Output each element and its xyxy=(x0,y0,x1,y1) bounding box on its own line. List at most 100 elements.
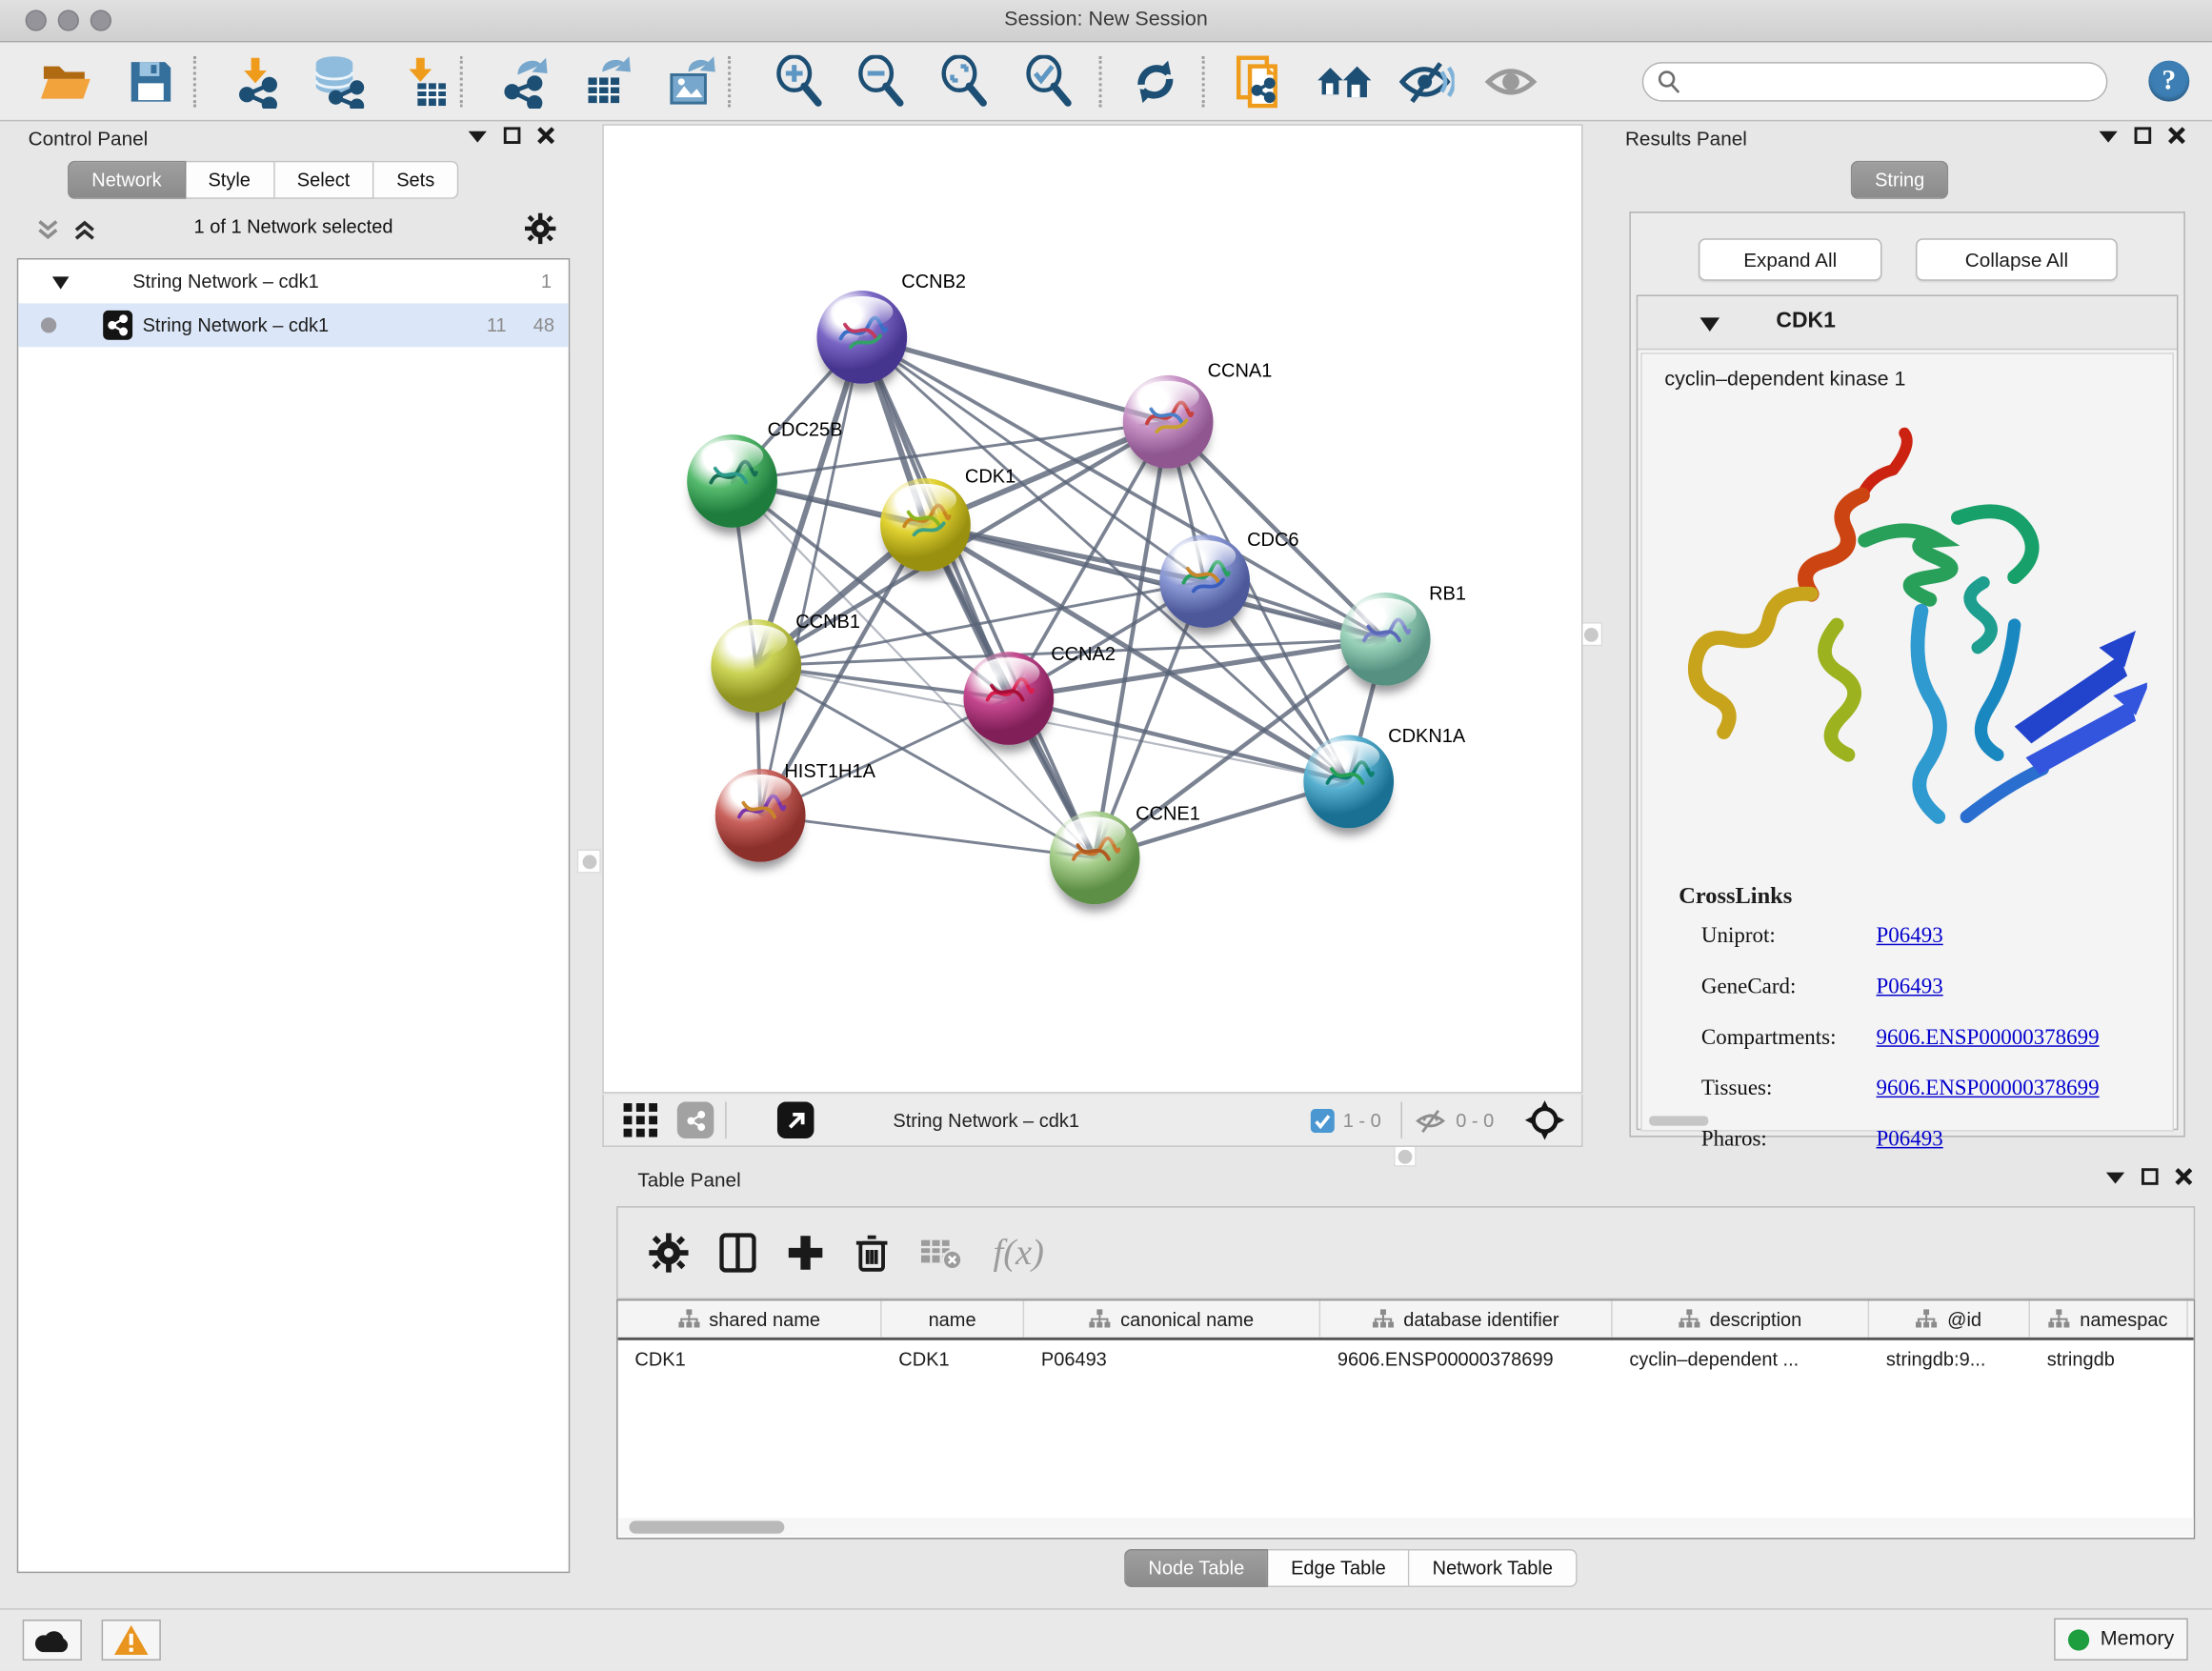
show-columns-icon[interactable] xyxy=(719,1233,756,1272)
tab-string[interactable]: String xyxy=(1851,161,1949,199)
grid-view-icon[interactable] xyxy=(624,1103,658,1137)
collapse-all-button[interactable]: Collapse All xyxy=(1916,238,2118,280)
network-node-CDC25B[interactable] xyxy=(687,434,777,528)
network-collection-row[interactable]: String Network – cdk1 1 xyxy=(18,259,569,303)
table-row[interactable]: CDK1CDK1P064939606.ENSP00000378699cyclin… xyxy=(618,1340,2194,1379)
tab-node-table[interactable]: Node Table xyxy=(1124,1549,1268,1587)
network-canvas[interactable]: CCNB2CCNA1CDC25BCDK1CDC6RB1CCNB1CCNA2CDK… xyxy=(602,124,1582,1093)
zoom-fit-button[interactable] xyxy=(934,53,995,110)
crosslink-link[interactable]: 9606.ENSP00000378699 xyxy=(1877,1026,2100,1052)
column-header-@id[interactable]: @id xyxy=(1869,1300,2030,1338)
panel-float-icon[interactable] xyxy=(504,127,521,144)
tab-select[interactable]: Select xyxy=(274,161,373,199)
gene-section-header[interactable]: CDK1 xyxy=(1638,296,2177,350)
hide-selection-button[interactable] xyxy=(1396,53,1458,110)
network-overview-toggle[interactable] xyxy=(677,1102,714,1139)
panel-float-icon[interactable] xyxy=(2135,127,2152,144)
column-header-shared-name[interactable]: shared name xyxy=(618,1300,882,1338)
panel-menu-icon[interactable] xyxy=(2100,129,2118,141)
results-scrollbar-thumb[interactable] xyxy=(1649,1116,1708,1125)
import-network-file-button[interactable] xyxy=(226,53,288,110)
cloud-status-button[interactable] xyxy=(23,1620,82,1661)
show-selection-button[interactable] xyxy=(1479,53,1541,110)
crosslink-link[interactable]: P06493 xyxy=(1877,975,1943,1000)
network-node-CDKN1A[interactable] xyxy=(1303,735,1394,829)
edge-CCNB2-HIST1H1A[interactable] xyxy=(760,337,862,815)
open-session-button[interactable] xyxy=(35,53,97,110)
show-all-button[interactable] xyxy=(1314,53,1376,110)
delete-column-icon[interactable] xyxy=(855,1233,889,1272)
edge-CCNB2-CCNE1[interactable] xyxy=(862,337,1095,857)
warning-status-button[interactable] xyxy=(102,1620,161,1661)
cell-namespac[interactable]: stringdb xyxy=(2030,1340,2188,1379)
cell-canonical-name[interactable]: P06493 xyxy=(1024,1340,1320,1379)
network-node-CDC6[interactable] xyxy=(1159,534,1250,628)
column-header-description[interactable]: description xyxy=(1613,1300,1870,1338)
tab-network-table[interactable]: Network Table xyxy=(1410,1549,1577,1587)
zoom-out-button[interactable] xyxy=(851,53,913,110)
import-table-file-button[interactable] xyxy=(392,53,454,110)
tab-edge-table[interactable]: Edge Table xyxy=(1268,1549,1410,1587)
show-eye-icon xyxy=(1482,58,1538,106)
search-input[interactable] xyxy=(1681,71,2106,92)
tab-style[interactable]: Style xyxy=(186,161,274,199)
cell-shared-name[interactable]: CDK1 xyxy=(618,1340,882,1379)
network-node-CCNA2[interactable] xyxy=(963,652,1054,745)
expand-all-button[interactable]: Expand All xyxy=(1699,238,1882,280)
export-view-button[interactable] xyxy=(777,1102,814,1139)
section-expander-icon[interactable] xyxy=(1699,317,1719,332)
add-column-icon[interactable] xyxy=(787,1235,824,1272)
table-horizontal-scrollbar[interactable] xyxy=(619,1518,2195,1536)
panel-close-icon[interactable] xyxy=(2175,1168,2192,1185)
network-node-CCNA1[interactable] xyxy=(1123,375,1214,469)
zoom-selected-button[interactable] xyxy=(1018,53,1080,110)
crosslink-link[interactable]: P06493 xyxy=(1877,1127,1943,1153)
left-splitter-handle[interactable] xyxy=(577,849,601,873)
panel-menu-icon[interactable] xyxy=(469,129,487,141)
tab-network[interactable]: Network xyxy=(68,161,186,199)
hidden-eye-icon[interactable] xyxy=(1414,1107,1448,1134)
export-image-icon xyxy=(663,55,716,109)
new-network-from-selection-button[interactable] xyxy=(1229,53,1291,110)
cell-description[interactable]: cyclin–dependent ... xyxy=(1613,1340,1870,1379)
network-node-HIST1H1A[interactable] xyxy=(715,769,806,862)
export-table-button[interactable] xyxy=(575,53,637,110)
import-network-database-button[interactable] xyxy=(308,53,370,110)
column-header-namespac[interactable]: namespac xyxy=(2030,1300,2188,1338)
edge-HIST1H1A-CCNE1[interactable] xyxy=(760,815,1095,857)
cell-name[interactable]: CDK1 xyxy=(882,1340,1025,1379)
birdseye-crosshair-icon[interactable] xyxy=(1525,1100,1564,1139)
export-image-button[interactable] xyxy=(659,53,721,110)
column-header-name[interactable]: name xyxy=(882,1300,1025,1338)
network-node-RB1[interactable] xyxy=(1340,593,1431,686)
panel-menu-icon[interactable] xyxy=(2106,1170,2124,1182)
zoom-in-button[interactable] xyxy=(769,53,831,110)
crosslink-link[interactable]: 9606.ENSP00000378699 xyxy=(1877,1077,2100,1102)
column-header-database-identifier[interactable]: database identifier xyxy=(1320,1300,1613,1338)
panel-close-icon[interactable] xyxy=(2168,127,2185,144)
panel-close-icon[interactable] xyxy=(537,127,554,144)
cell-@id[interactable]: stringdb:9... xyxy=(1869,1340,2030,1379)
memory-button[interactable]: Memory xyxy=(2054,1619,2188,1661)
search-box[interactable] xyxy=(1642,62,2108,101)
export-network-button[interactable] xyxy=(493,53,555,110)
help-button[interactable]: ? xyxy=(2148,61,2189,102)
cell-database-identifier[interactable]: 9606.ENSP00000378699 xyxy=(1320,1340,1613,1379)
network-options-gear-icon[interactable] xyxy=(525,213,556,245)
panel-float-icon[interactable] xyxy=(2142,1168,2159,1185)
tree-expander-icon[interactable] xyxy=(52,276,70,289)
tab-sets[interactable]: Sets xyxy=(374,161,459,199)
network-node-CCNB2[interactable] xyxy=(816,291,907,384)
network-node-CDK1[interactable] xyxy=(880,478,971,572)
network-row[interactable]: String Network – cdk1 11 48 xyxy=(18,303,569,347)
table-options-gear-icon[interactable] xyxy=(649,1233,688,1272)
column-header-canonical-name[interactable]: canonical name xyxy=(1024,1300,1320,1338)
crosslink-link[interactable]: P06493 xyxy=(1877,924,1943,950)
network-node-CCNB1[interactable] xyxy=(711,619,801,713)
node-table[interactable]: shared namenamecanonical namedatabase id… xyxy=(616,1299,2195,1540)
selected-checkbox-icon[interactable] xyxy=(1311,1108,1335,1132)
network-node-CCNE1[interactable] xyxy=(1050,811,1140,904)
save-session-button[interactable] xyxy=(120,53,182,110)
crosslinks-section: CrossLinks Uniprot:P06493GeneCard:P06493… xyxy=(1642,882,2173,1164)
apply-layout-button[interactable] xyxy=(1124,53,1186,110)
